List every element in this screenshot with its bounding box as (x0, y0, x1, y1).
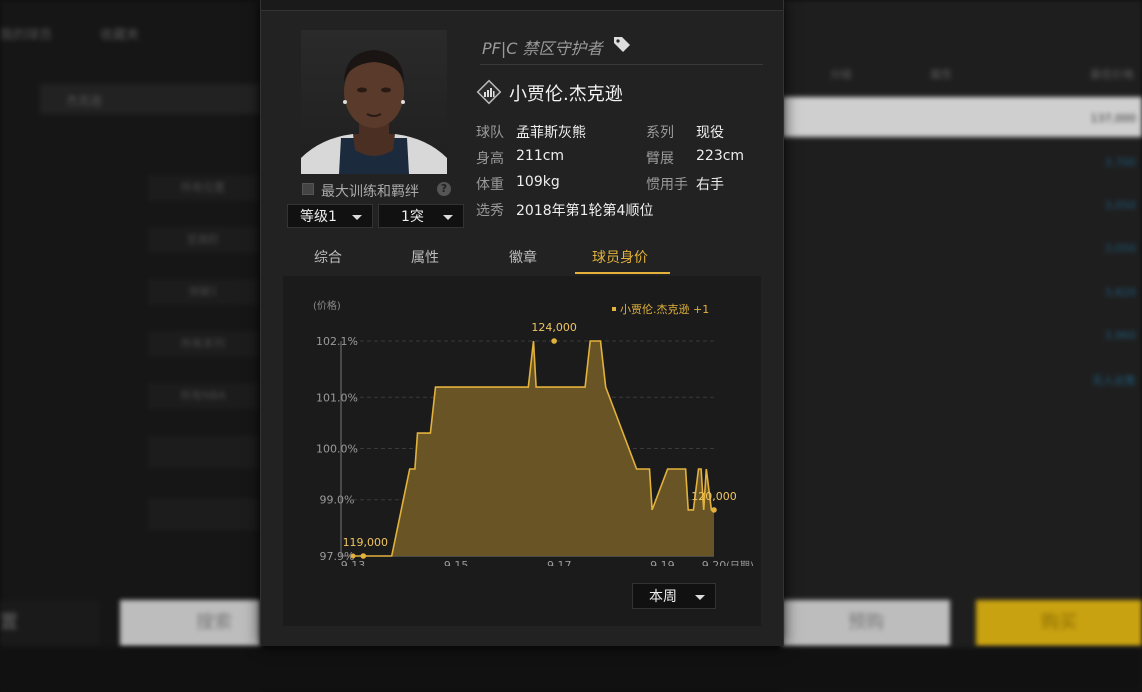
bg-search-button: 搜索 (120, 600, 260, 646)
bg-price-5: 3,960 (1104, 329, 1137, 342)
data-label: 124,000 (531, 321, 577, 334)
break-select[interactable]: 1突 (378, 204, 464, 228)
team-label: 球队 (476, 125, 504, 141)
x-tick-label: 9.19 (650, 559, 675, 566)
help-icon[interactable]: ? (437, 182, 451, 196)
y-tick-label: 99.0% (320, 494, 355, 507)
break-select-value: 1突 (401, 209, 424, 225)
price-area (353, 341, 714, 556)
period-select-value: 本周 (649, 589, 677, 605)
draft-label: 选秀 (476, 203, 504, 219)
chevron-down-icon (352, 215, 362, 220)
bg-price-0: 137,000 (1090, 112, 1137, 125)
header-divider (480, 64, 763, 65)
modal-top-bar (261, 0, 783, 11)
x-axis-label: (日期) (726, 560, 754, 566)
chevron-down-icon (695, 595, 705, 600)
series-value: 现役 (696, 125, 724, 141)
y-tick-label: 100.0% (316, 443, 358, 456)
price-chart: (价格)102.1%101.0%100.0%99.0%97.9%119,0001… (313, 299, 754, 566)
bg-filter-series: 所有系列 (148, 331, 258, 357)
price-chart-panel: (价格) 102.1% 101.0% 100.0% 99.0% 97.9% 119,000 1… (283, 276, 761, 626)
data-label: 119,000 (343, 536, 389, 549)
bg-col-tier: 分级 (830, 68, 852, 81)
bg-price-2: 3,050 (1104, 199, 1137, 212)
background-left-panel: 我的球员 收藏夹 杰克逊 所有位置 至高阶 突破1 所有系列 所有NBA (0, 0, 262, 692)
level-select-value: 等级1 (300, 209, 337, 225)
max-training-label: 最大训练和羁绊 (321, 184, 419, 200)
tier-diamond-icon (476, 79, 502, 105)
series-label: 系列 (646, 125, 674, 141)
bg-selected-row (782, 97, 1142, 137)
bg-col-price: 最低价格 (1090, 68, 1134, 81)
player-name: 小贾伦.杰克逊 (509, 84, 623, 105)
level-select[interactable]: 等级1 (287, 204, 373, 228)
legend-swatch (612, 307, 616, 311)
player-portrait (301, 30, 447, 174)
tab-badges[interactable]: 徽章 (509, 247, 537, 267)
max-training-checkbox[interactable] (302, 183, 314, 195)
team-value: 孟菲斯灰熊 (516, 125, 586, 141)
x-tick-label: 9.13 (341, 559, 366, 566)
bg-price-4: 3,820 (1104, 286, 1137, 299)
legend-label: 小贾伦.杰克逊 +1 (620, 302, 709, 316)
bg-filter-break: 突破1 (148, 279, 258, 305)
x-tick-label: 9.20 (702, 559, 727, 566)
hand-label: 惯用手 (646, 177, 688, 193)
bg-search-value: 杰克逊 (66, 94, 103, 108)
bg-tab-favorites: 收藏夹 (100, 28, 140, 43)
bg-price-3: 3,050 (1104, 242, 1137, 255)
bg-col-attr: 属性 (930, 68, 952, 81)
bg-search-input: 杰克逊 (40, 84, 260, 114)
background-bottom-bar (0, 648, 1142, 692)
bg-price-6: 无人出售 (1092, 374, 1136, 387)
y-axis-label: (价格) (313, 299, 341, 312)
draft-value: 2018年第1轮第4顺位 (516, 203, 654, 219)
bg-filter-position: 所有位置 (148, 175, 258, 201)
weight-value: 109kg (516, 174, 560, 190)
active-tab-indicator (575, 272, 670, 274)
bg-buy-button: 购买 (976, 600, 1142, 646)
bg-filter-empty-1 (148, 436, 258, 468)
period-select[interactable]: 本周 (632, 583, 716, 609)
y-tick-label: 101.0% (316, 391, 358, 404)
position-title: PF|C 禁区守护者 (482, 39, 603, 58)
height-label: 身高 (476, 151, 504, 167)
bg-price-1: 3,700 (1104, 156, 1137, 169)
bg-filter-nba: 所有NBA (148, 383, 258, 409)
data-label: 120,000 (691, 490, 737, 503)
bg-tab-my-players: 我的球员 (0, 28, 53, 43)
player-portrait-image (301, 50, 447, 174)
tab-overview[interactable]: 综合 (314, 247, 342, 267)
price-point (360, 553, 367, 559)
tab-player-value[interactable]: 球员身价 (592, 247, 648, 267)
wingspan-label: 臂展 (646, 151, 674, 167)
height-value: 211cm (516, 148, 565, 164)
wingspan-value: 223cm (696, 148, 745, 164)
background-right-panel: 分级 属性 最低价格 137,000 3,700 3,050 3,050 3,8… (782, 0, 1142, 692)
bg-left-button: 置 (0, 600, 100, 646)
tab-attributes[interactable]: 属性 (411, 247, 439, 267)
bg-filter-empty-2 (148, 498, 258, 530)
x-tick-label: 9.17 (547, 559, 572, 566)
price-point (350, 553, 356, 559)
x-tick-label: 9.15 (444, 559, 469, 566)
y-tick-label: 102.1% (316, 335, 358, 348)
hand-value: 右手 (696, 177, 724, 193)
price-point (711, 507, 717, 513)
bg-filter-level: 至高阶 (148, 227, 258, 253)
player-detail-modal: 最大训练和羁绊 ? 等级1 1突 PF|C 禁区守护者 小贾伦.杰克逊 球队 孟… (260, 0, 784, 646)
weight-label: 体重 (476, 177, 504, 193)
bg-preorder-button: 预购 (782, 600, 950, 646)
tag-icon (614, 37, 630, 52)
chevron-down-icon (443, 215, 453, 220)
price-point (551, 338, 557, 344)
